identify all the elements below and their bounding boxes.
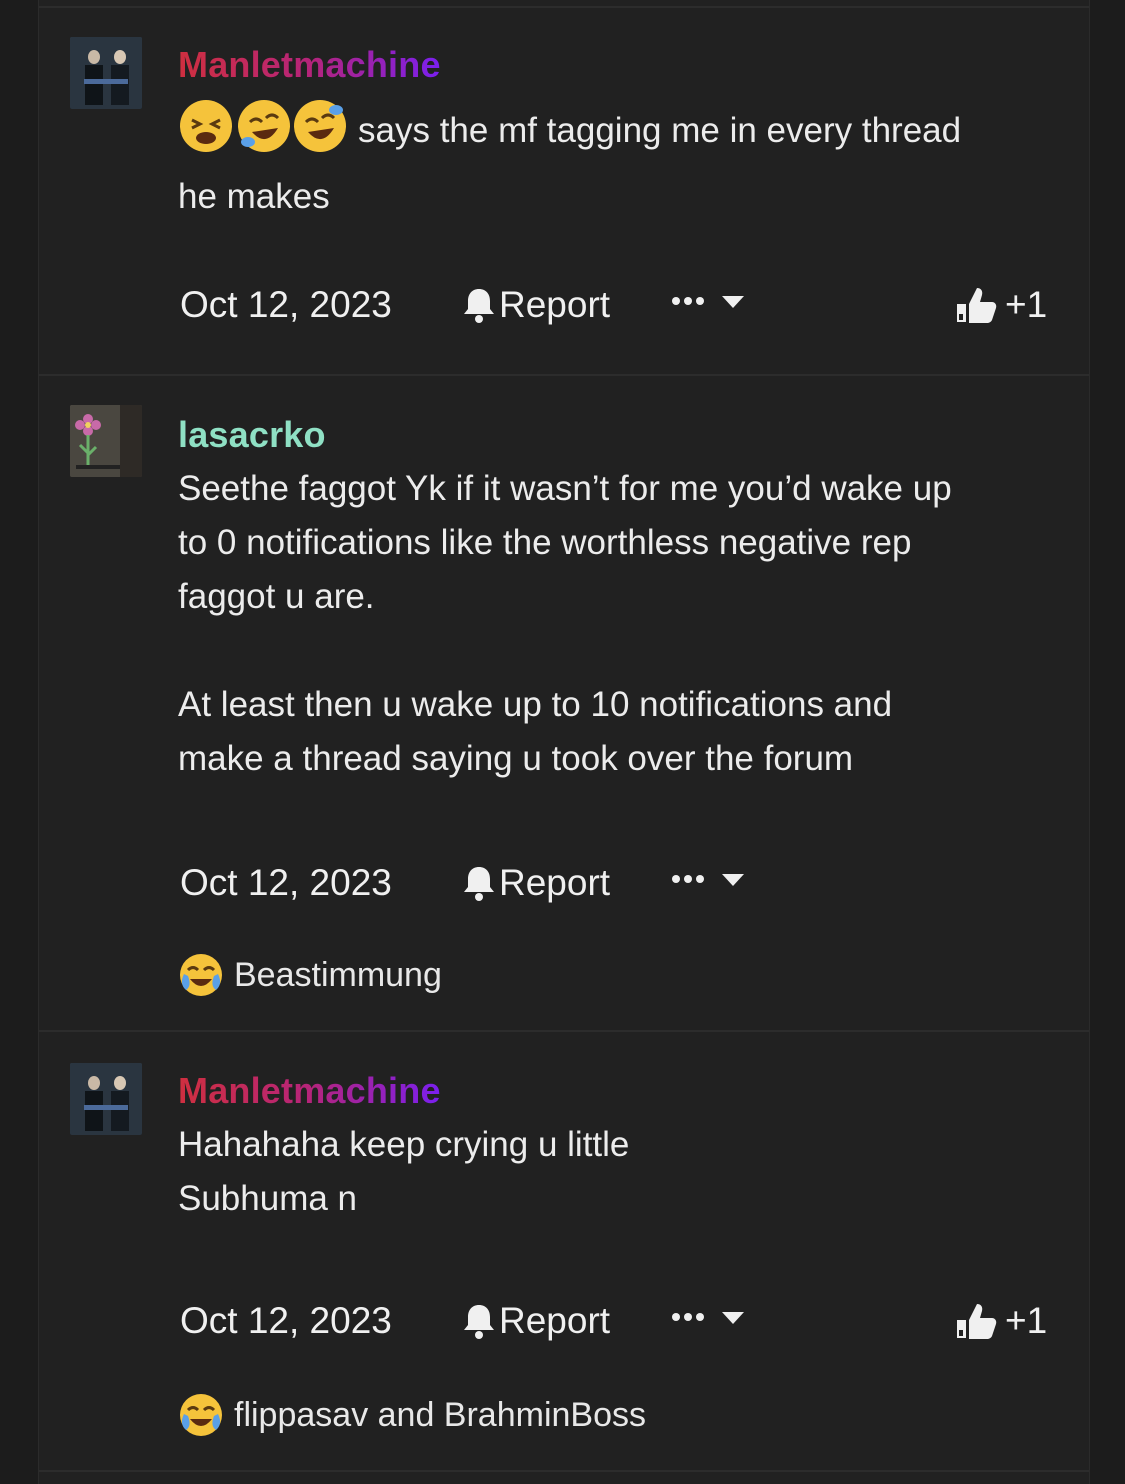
report-label: Report [499,284,611,325]
body-line: Seethe faggot Yk if it wasn’t for me you… [178,469,952,508]
reaction-users[interactable]: flippasav and BrahminBoss [234,1396,646,1435]
avatar[interactable] [70,405,142,477]
post-body: Hahahaha keep crying u little Subhuma n [178,1118,1068,1226]
like-button[interactable]: +1 [955,1300,1047,1342]
report-button[interactable]: Report [462,862,610,904]
more-dropdown-icon [672,296,744,308]
avatar[interactable] [70,37,142,109]
more-options-button[interactable] [670,1300,750,1330]
like-count: +1 [1005,284,1048,325]
post-date[interactable]: Oct 12, 2023 [180,1300,392,1342]
post-footer: Oct 12, 2023 Report [180,1300,1060,1350]
thread-container: Manletmachine says the mf tagging me in … [38,0,1090,1484]
thumbs-up-icon [957,1304,997,1339]
post: Manletmachine Hahahaha keep crying u lit… [39,1030,1089,1472]
post-date[interactable]: Oct 12, 2023 [180,284,392,326]
post: Manletmachine says the mf tagging me in … [39,8,1089,376]
bell-icon [464,289,494,323]
emoji-group [178,96,350,170]
like-count: +1 [1005,1300,1048,1341]
avatar[interactable] [70,1063,142,1135]
paragraph: Seethe faggot Yk if it wasn’t for me you… [178,462,1068,624]
body-line: make a thread saying u took over the for… [178,739,854,778]
more-options-button[interactable] [670,862,750,892]
more-dropdown-icon [672,874,744,886]
reaction-users[interactable]: Beastimmung [234,956,442,995]
post-date[interactable]: Oct 12, 2023 [180,862,392,904]
body-line: to 0 notifications like the worthless ne… [178,523,912,562]
paragraph: At least then u wake up to 10 notificati… [178,678,1068,786]
report-button[interactable]: Report [462,1300,610,1342]
post-footer: Oct 12, 2023 Report [180,284,1060,334]
crying-laughing-emoji-icon [180,954,222,996]
reaction-list[interactable]: flippasav and BrahminBoss [178,1392,646,1438]
body-line: Hahahaha keep crying u little [178,1125,630,1164]
username[interactable]: Manletmachine [178,1070,441,1112]
body-line: says the mf tagging me in every thread [358,111,962,150]
more-dropdown-icon [672,1312,744,1324]
post-footer: Oct 12, 2023 Report [180,862,1060,912]
like-button[interactable]: +1 [955,284,1047,326]
reaction-list[interactable]: Beastimmung [178,952,442,998]
body-line: At least then u wake up to 10 notificati… [178,685,893,724]
more-options-button[interactable] [670,284,750,314]
username[interactable]: lasacrko [178,414,326,456]
post-body: Seethe faggot Yk if it wasn’t for me you… [178,462,1068,786]
bell-icon [464,867,494,901]
bell-icon [464,1305,494,1339]
post: lasacrko Seethe faggot Yk if it wasn’t f… [39,374,1089,1032]
report-label: Report [499,862,611,903]
report-button[interactable]: Report [462,284,610,326]
body-line: faggot u are. [178,577,375,616]
body-line: he makes [178,177,330,216]
tired-laughing-emoji-icon [180,100,346,152]
thumbs-up-icon [957,288,997,323]
crying-laughing-emoji-icon [180,1394,222,1436]
username[interactable]: Manletmachine [178,44,441,86]
body-line: Subhuma n [178,1179,358,1218]
post-body: says the mf tagging me in every thread h… [178,96,1068,224]
report-label: Report [499,1300,611,1341]
